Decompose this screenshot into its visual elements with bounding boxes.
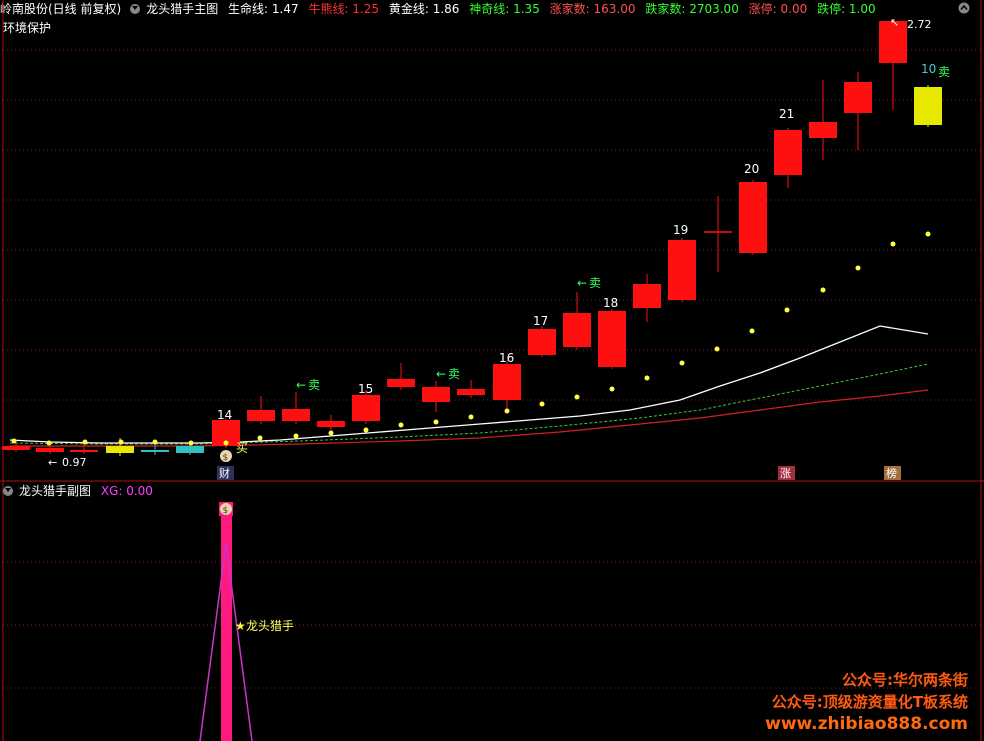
- signal-dot: [433, 419, 439, 425]
- candle-body[interactable]: [141, 450, 169, 452]
- signal-dot: [539, 401, 545, 407]
- signal-dot: [468, 414, 474, 420]
- candle-body[interactable]: [2, 446, 30, 450]
- signal-dot: [504, 408, 510, 414]
- signal-dot: [46, 440, 52, 446]
- candle-body[interactable]: [317, 421, 345, 427]
- low-price: 0.97: [62, 456, 87, 469]
- moneybag-glyph-sub: $: [223, 506, 229, 516]
- candle-body[interactable]: [70, 450, 98, 452]
- candle-body[interactable]: [387, 379, 415, 387]
- signal-dot: [925, 231, 931, 237]
- signal-dot: [118, 439, 124, 445]
- candle-count: 21: [779, 107, 794, 121]
- signal-dot: [257, 435, 263, 441]
- chart-canvas[interactable]: 14 15 16 17 18 19 20 21 10 ↖ 2.72 ← 0.97 ← 卖 ← 卖…: [0, 0, 984, 741]
- signal-dot: [363, 427, 369, 433]
- signal-dot: [749, 328, 755, 334]
- signal-dot: [188, 440, 194, 446]
- candle-body[interactable]: [422, 387, 450, 402]
- candle-body[interactable]: [774, 130, 802, 175]
- watermark-line-2: 公众号:顶级游资量化T板系统: [771, 693, 968, 711]
- watermark-line-1: 公众号:华尔两条街: [842, 671, 968, 689]
- signal-dot: [328, 430, 334, 436]
- signal-dot: [679, 360, 685, 366]
- candle-count: 18: [603, 296, 618, 310]
- signal-dot: [820, 287, 826, 293]
- watermark: 公众号:华尔两条街 公众号:顶级游资量化T板系统 www.zhibiao888.…: [765, 669, 968, 735]
- bang-badge[interactable]: 榜: [886, 466, 897, 480]
- high-arrow: ↖: [890, 16, 899, 29]
- moneybag-icon-sub: $: [219, 502, 233, 516]
- candle-body[interactable]: [739, 182, 767, 253]
- candle-body[interactable]: [493, 364, 521, 400]
- signal-dot: [398, 422, 404, 428]
- candle-body[interactable]: [914, 87, 942, 125]
- signal-dot: [223, 440, 229, 446]
- hunter-label: 龙头猎手: [246, 619, 294, 633]
- low-arrow: ←: [48, 456, 57, 469]
- buy-marker: 买: [236, 441, 248, 455]
- candle-body[interactable]: [282, 409, 310, 421]
- candle-count: 16: [499, 351, 514, 365]
- moneybag-icon: $: [220, 450, 232, 463]
- sub-chart-header: 龙头猎手副图 XG: 0.00: [0, 482, 159, 500]
- candle-body[interactable]: [528, 329, 556, 355]
- candle-body[interactable]: [247, 410, 275, 421]
- signal-dot: [11, 438, 17, 444]
- moneybag-glyph: $: [223, 453, 229, 463]
- signal-dot: [855, 265, 861, 271]
- signal-dot: [82, 439, 88, 445]
- sell-arrow-3: ←: [577, 276, 587, 290]
- sell-marker-2: 卖: [448, 367, 460, 381]
- candle-count: 15: [358, 382, 373, 396]
- cai-badge[interactable]: 财: [219, 466, 230, 480]
- high-price: 2.72: [907, 18, 932, 31]
- ma-white-line: [9, 325, 929, 444]
- candle-body[interactable]: [106, 446, 134, 453]
- candle-count: 14: [217, 408, 232, 422]
- candle-body[interactable]: [809, 122, 837, 138]
- sell-arrow-1: ←: [296, 378, 306, 392]
- zhang-badge[interactable]: 涨: [780, 467, 791, 480]
- star-icon: ★: [235, 619, 246, 633]
- sell-marker-4: 卖: [938, 65, 950, 79]
- signal-dot: [574, 394, 580, 400]
- sell-marker-3: 卖: [589, 276, 601, 290]
- candle-body[interactable]: [352, 395, 380, 421]
- candle-count: 20: [744, 162, 759, 176]
- signal-dot: [293, 433, 299, 439]
- signal-dot: [152, 439, 158, 445]
- candle-body[interactable]: [633, 284, 661, 308]
- sub-indicator-name[interactable]: 龙头猎手副图: [19, 484, 91, 498]
- candle-count: 19: [673, 223, 688, 237]
- xg-value: XG: 0.00: [100, 484, 153, 498]
- signal-dot: [890, 241, 896, 247]
- watermark-url: www.zhibiao888.com: [765, 714, 968, 734]
- candle-body[interactable]: [598, 311, 626, 367]
- signal-dot: [784, 307, 790, 313]
- ma-green-line: [9, 363, 929, 445]
- signal-dot: [714, 346, 720, 352]
- candle-body[interactable]: [457, 389, 485, 395]
- candle-body[interactable]: [844, 82, 872, 113]
- candle-body[interactable]: [176, 446, 204, 453]
- candle-count: 17: [533, 314, 548, 328]
- candle-body[interactable]: [563, 313, 591, 347]
- candle-count: 10: [921, 62, 936, 76]
- sell-marker-1: 卖: [308, 378, 320, 392]
- candle-body[interactable]: [668, 240, 696, 300]
- signal-dot: [644, 375, 650, 381]
- sell-arrow-2: ←: [436, 367, 446, 381]
- signal-dot: [609, 386, 615, 392]
- dropdown-icon-sub[interactable]: [3, 485, 13, 496]
- candle-body[interactable]: [36, 448, 64, 452]
